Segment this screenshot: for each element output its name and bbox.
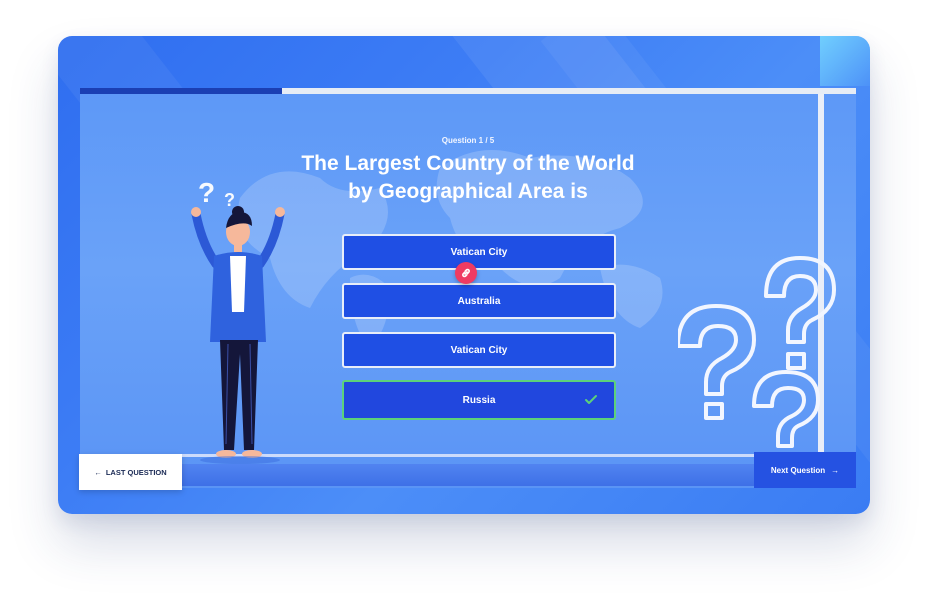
arrow-left-icon: ← xyxy=(94,467,102,477)
answer-label: Vatican City xyxy=(450,344,508,356)
answer-label: Russia xyxy=(462,394,496,406)
answer-option-3[interactable]: Vatican City xyxy=(342,332,616,368)
corner-glow xyxy=(820,36,870,86)
link-icon-glyph xyxy=(462,268,470,278)
answer-option-1[interactable]: Vatican City xyxy=(342,234,616,270)
answer-option-4[interactable]: Russia xyxy=(342,380,616,420)
last-question-button[interactable]: ← LAST QUESTION xyxy=(79,454,182,490)
arrow-right-icon: → xyxy=(831,465,840,475)
answer-option-2[interactable]: Australia xyxy=(342,283,616,319)
question-title: The Largest Country of the World by Geog… xyxy=(260,150,676,206)
next-question-label: Next Question xyxy=(770,465,826,475)
next-question-button[interactable]: Next Question → xyxy=(754,452,856,488)
svg-text:?: ? xyxy=(198,177,215,208)
question-counter: Question 1 / 5 xyxy=(441,136,495,145)
progress-track xyxy=(80,88,856,94)
check-icon xyxy=(585,395,597,404)
quiz-card: ? ? Question 1 / 5 The Largest Country o… xyxy=(58,36,870,514)
quiz-stage: ? ? Question 1 / 5 The Largest Country o… xyxy=(80,88,856,488)
progress-fill xyxy=(80,88,282,94)
link-icon[interactable] xyxy=(455,262,477,284)
last-question-label: LAST QUESTION xyxy=(105,467,167,477)
svg-text:?: ? xyxy=(224,190,235,210)
question-line: The Largest Country of the World xyxy=(301,152,635,175)
stage-floor xyxy=(118,464,798,486)
question-marks-illustration xyxy=(678,256,836,468)
answer-label: Australia xyxy=(457,295,501,307)
question-line: by Geographical Area is xyxy=(348,180,588,203)
answer-label: Vatican City xyxy=(450,246,508,258)
